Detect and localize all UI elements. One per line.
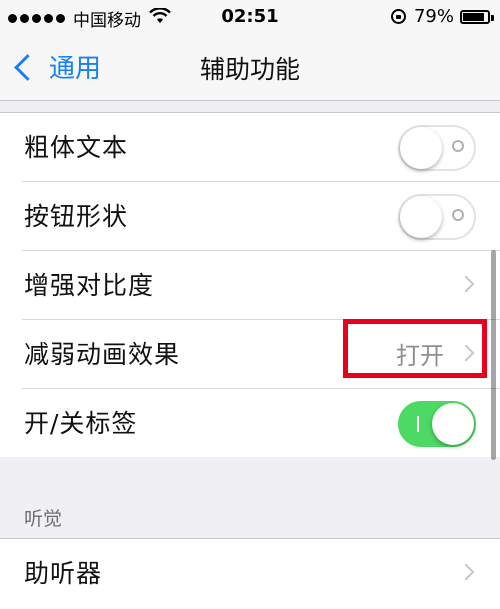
battery-icon [460,9,494,24]
scrollbar[interactable] [491,250,496,460]
navigation-bar: 通用 辅助功能 [0,36,500,101]
increase-contrast-label: 增强对比度 [24,271,155,300]
orientation-lock-icon [390,9,406,24]
row-on-off-labels: 开/关标签 [22,389,500,457]
bold-text-label: 粗体文本 [24,133,129,162]
on-label-icon [417,416,419,432]
row-bold-text: 粗体文本 [22,113,500,182]
status-bar: 中国移动 02:51 79% [0,0,500,36]
on-off-labels-toggle[interactable] [398,401,476,447]
reduce-motion-label: 减弱动画效果 [24,340,181,369]
hearing-aids-label: 助听器 [24,559,103,588]
settings-group-vision: 粗体文本 按钮形状 增强对比度 减弱动画效果 打开 开/关标签 [0,112,500,457]
settings-group-hearing: 助听器 [0,538,500,609]
off-label-icon [452,140,464,152]
toggle-knob [432,403,474,445]
row-button-shapes: 按钮形状 [22,182,500,251]
toggle-knob [400,196,442,238]
button-shapes-toggle[interactable] [398,194,476,240]
toggle-knob [400,127,442,169]
status-right: 79% [390,6,494,27]
page-title: 辅助功能 [199,55,300,84]
section-header-hearing: 听觉 [24,508,63,530]
chevron-right-icon [457,275,475,293]
on-off-labels-label: 开/关标签 [24,409,138,438]
chevron-right-icon [457,563,475,581]
battery-percent: 79% [413,6,454,27]
button-shapes-label: 按钮形状 [24,202,129,231]
row-hearing-aids[interactable]: 助听器 [22,539,500,607]
bold-text-toggle[interactable] [398,125,476,171]
red-highlight-box [343,319,487,378]
row-increase-contrast[interactable]: 增强对比度 [22,251,500,320]
off-label-icon [452,209,464,221]
